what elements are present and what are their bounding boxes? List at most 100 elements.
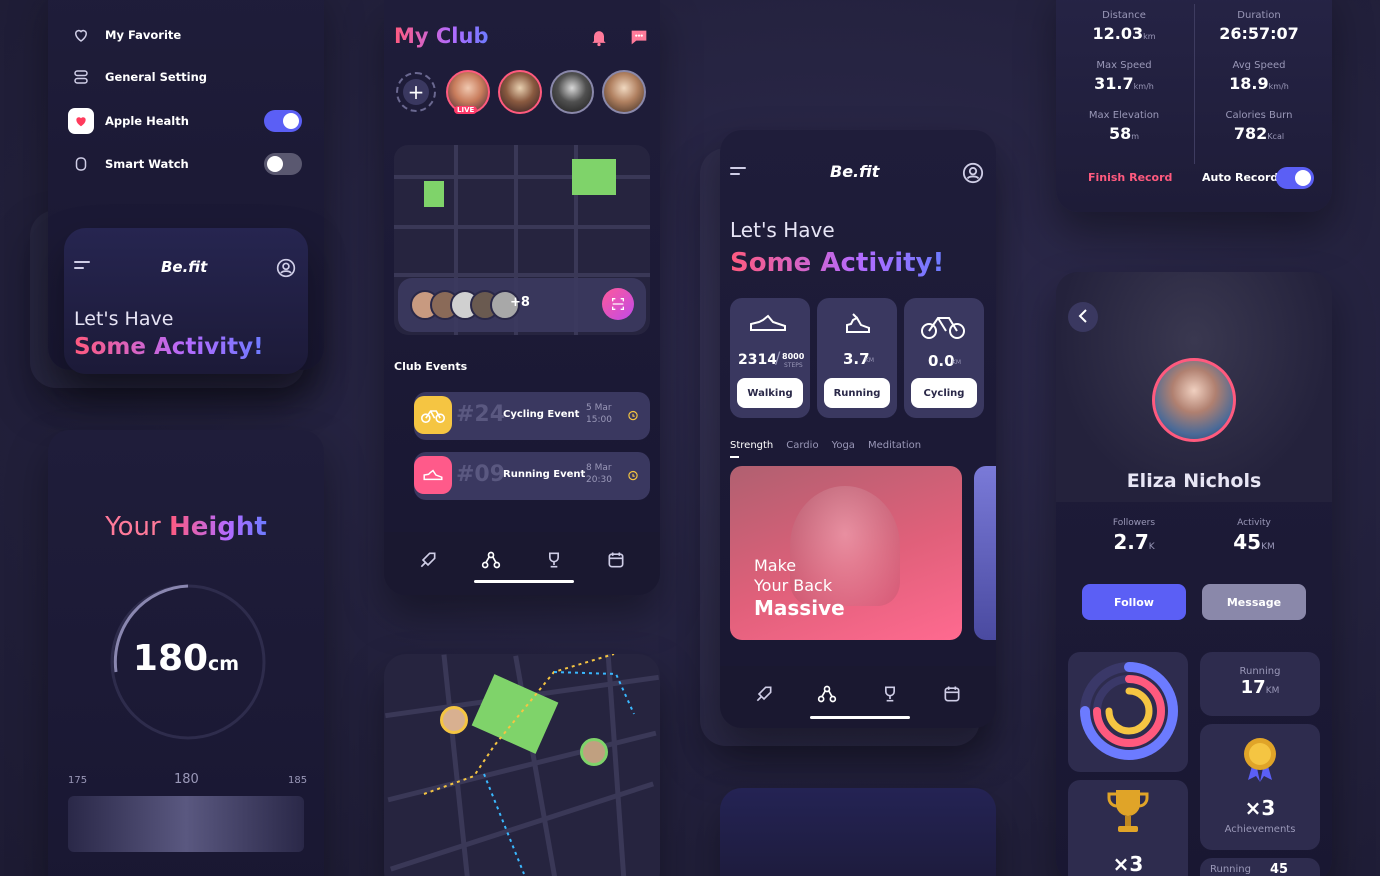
sneaker-icon [843,310,873,338]
community-icon[interactable] [480,550,502,570]
park-block [424,181,444,207]
activity-ring-tile[interactable] [1068,652,1188,772]
followers-stat: Followers 2.7K [1112,518,1156,554]
auto-record-label: Auto Record [1202,171,1279,184]
profile-name: Eliza Nichols [1126,470,1262,492]
calendar-icon[interactable] [942,684,962,704]
stat-value: 0.0 [928,352,955,370]
profile-icon[interactable] [962,162,984,184]
avatar[interactable] [498,70,542,114]
activity-ring-chart [1080,662,1178,760]
add-story-button[interactable]: + [396,72,436,112]
menu-icon[interactable] [730,166,748,178]
stat-sub: 8000 [782,352,805,361]
rocket-icon[interactable] [418,550,438,570]
promo-line2: Your Back [754,576,833,595]
club-events-title: Club Events [394,360,468,373]
metric-max-speed: Max Speed 31.7km/h [1094,60,1154,93]
tab-strength[interactable]: Strength [730,440,773,451]
medal-icon [1240,736,1280,786]
running-tile[interactable]: Running 17KM [1200,652,1320,716]
map-pin-avatar[interactable] [440,706,468,734]
activity-stat: Activity 45KM [1233,518,1275,554]
event-name: Cycling Event [503,409,580,420]
route-map-card[interactable] [384,654,660,876]
greeting: Let's Have [74,308,174,330]
participants-more: +8 [510,295,530,310]
trophy-icon[interactable] [544,550,564,570]
community-icon[interactable] [816,684,838,704]
setting-label: My Favorite [105,28,182,42]
next-promo-peek[interactable] [974,466,996,640]
tab-cardio[interactable]: Cardio [786,440,818,451]
stat-tile-running[interactable]: 3.7 KM Running [817,298,897,418]
running-button[interactable]: Running [824,378,890,408]
sneaker-icon [414,456,452,494]
event-number: #09 [456,462,506,487]
finish-record-button[interactable]: Finish Record [1088,171,1172,184]
stat-tile-walking[interactable]: 2314 / 8000 STEPS Walking [730,298,810,418]
stat-sub-unit: STEPS [784,362,803,369]
divider [1194,4,1195,164]
chat-icon[interactable] [628,26,650,48]
message-button[interactable]: Message [1202,584,1306,620]
height-unit: cm [208,653,240,675]
tab-meditation[interactable]: Meditation [868,440,921,451]
smart-watch-toggle[interactable] [264,153,302,175]
event-date: 8 Mar [586,463,612,473]
profile-avatar[interactable] [1152,358,1236,442]
height-title-emphasis: Height [168,512,267,542]
workout-tabs: Strength Cardio Yoga Meditation [730,440,921,451]
app-logo: Be.fit [830,162,880,181]
scan-icon[interactable] [602,288,634,320]
setting-row-general[interactable]: General Setting [72,68,207,86]
height-ruler-slider[interactable] [68,796,304,852]
watch-icon [72,154,90,174]
headline: Some Activity! [730,248,945,278]
map-pin-avatar[interactable] [580,738,608,766]
club-card: My Club + LIVE +8 Club Events #24 Cyclin… [384,0,660,595]
trophy-count: ×3 [1112,852,1144,876]
tab-yoga[interactable]: Yoga [832,440,855,451]
promo-banner[interactable]: Make Your Back Massive [730,466,962,640]
bicycle-icon [414,396,452,434]
bottom-nav [720,666,996,728]
achievements-tile[interactable]: ×3 Achievements [1200,724,1320,850]
route-line [423,654,635,875]
trophy-tile[interactable]: ×3 [1068,780,1188,876]
stat-unit: KM [952,359,962,366]
auto-record-toggle[interactable] [1276,167,1314,189]
follow-button[interactable]: Follow [1082,584,1186,620]
setting-row-favorite[interactable]: My Favorite [72,26,181,44]
rocket-icon[interactable] [754,684,774,704]
setting-label: Smart Watch [105,157,189,171]
cycling-button[interactable]: Cycling [911,378,977,408]
calendar-icon[interactable] [606,550,626,570]
chevron-left-icon [1078,308,1088,327]
ruler-mid: 180 [174,772,199,787]
apple-health-icon [68,108,94,134]
menu-icon[interactable] [74,260,92,272]
avatar[interactable] [602,70,646,114]
profile-icon[interactable] [276,258,296,278]
trophy-icon[interactable] [880,684,900,704]
apple-health-toggle[interactable] [264,110,302,132]
walking-button[interactable]: Walking [737,378,803,408]
avatar[interactable] [550,70,594,114]
running-tile-secondary[interactable]: Running 45 [1200,858,1320,876]
headline: Some Activity! [74,334,264,360]
bell-icon[interactable] [589,26,609,48]
alarm-icon[interactable] [626,407,640,423]
setting-row-smart-watch: Smart Watch [68,151,304,177]
setting-label: General Setting [105,70,208,84]
profile-card: Eliza Nichols Followers 2.7K Activity 45… [1056,272,1332,876]
stat-tile-cycling[interactable]: 0.0 KM Cycling [904,298,984,418]
back-button[interactable] [1068,302,1098,332]
park-block [572,159,616,195]
metric-avg-speed: Avg Speed 18.9km/h [1229,60,1289,93]
app-logo: Be.fit [161,258,208,276]
alarm-icon[interactable] [626,467,640,483]
event-name: Running Event [503,469,586,480]
participants-bar[interactable]: +8 [398,278,646,332]
height-value: 180 [132,638,209,679]
